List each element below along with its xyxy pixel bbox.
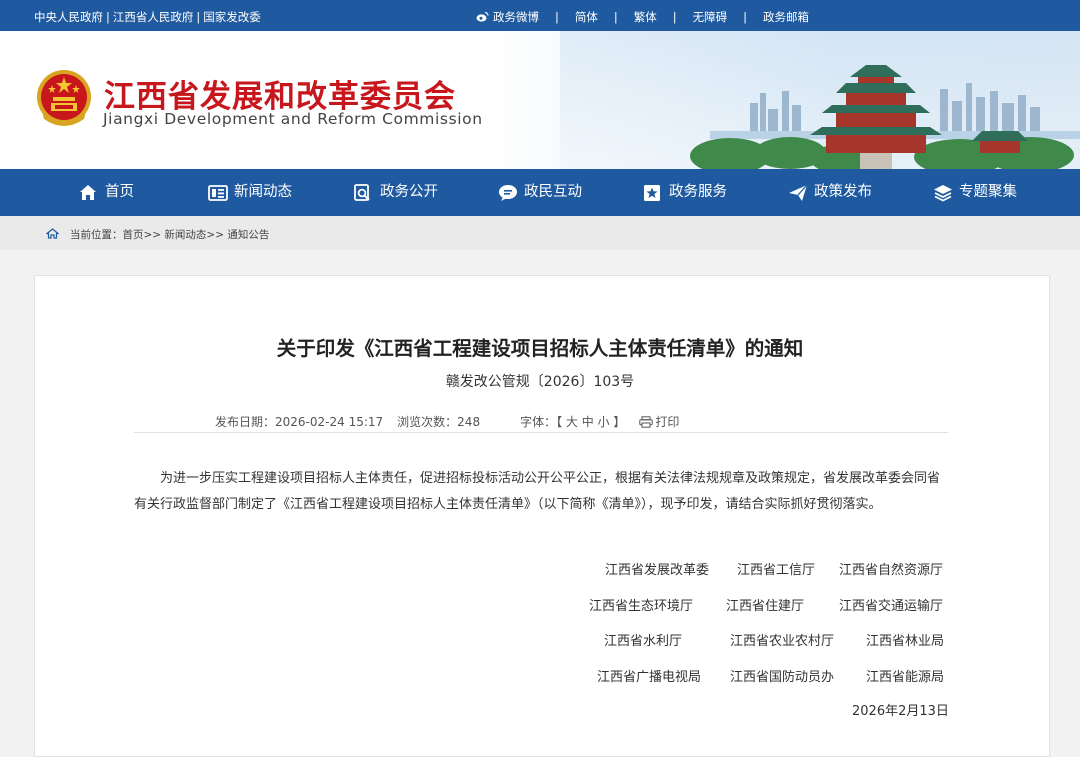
top-links: 中央人民政府 | 江西省人民政府 | 国家发改委 (34, 10, 261, 24)
link-ndrc[interactable]: 国家发改委 (203, 10, 261, 24)
chat-icon (499, 185, 517, 201)
article-title: 关于印发《江西省工程建设项目招标人主体责任清单》的通知 (276, 337, 804, 360)
article-meta: 发布日期：2026-02-24 15:17 浏览次数：248 字体：【 大 中 小 … (215, 415, 680, 429)
link-jiangxi-government[interactable]: 江西省人民政府 (113, 10, 194, 24)
signatory-org: 江西省能源局 (866, 670, 945, 685)
signatory-org: 江西省发展改革委 (605, 563, 710, 578)
site-header: 江西省发展和改革委员会 Jiangxi Development and Refo… (0, 31, 1080, 169)
signatory-org: 江西省交通运输厅 (839, 599, 944, 614)
home-icon (46, 228, 59, 239)
signatory-org: 江西省住建厅 (726, 599, 805, 614)
meta-divider (134, 432, 948, 433)
signatory-org: 江西省生态环境厅 (589, 599, 694, 614)
home-icon (80, 185, 96, 200)
article-body: 为进一步压实工程建设项目招标人主体责任，促进招标投标活动公开公平公正，根据有关法… (134, 471, 941, 512)
signatory-org: 江西省水利厅 (604, 634, 683, 649)
weibo-icon (476, 11, 489, 22)
signatory-org: 江西省工信厅 (737, 563, 816, 578)
link-accessibility[interactable]: 无障碍 (693, 9, 728, 25)
link-simplified[interactable]: 简体 (575, 9, 598, 25)
send-icon (789, 184, 808, 201)
layers-icon (934, 185, 952, 202)
issue-date: 2026年2月13日 (852, 704, 949, 719)
printer-icon (639, 416, 654, 428)
tengwang-pavilion-banner-image (560, 31, 1080, 169)
signatory-org: 江西省自然资源厅 (839, 563, 944, 578)
signatory-org: 江西省国防动员办 (730, 670, 835, 685)
font-size-selector[interactable]: 【 大 中 小 】 (556, 415, 625, 429)
breadcrumb: 当前位置：首页>> 新闻动态>> 通知公告 (0, 216, 1080, 250)
top-bar: 中央人民政府 | 江西省人民政府 | 国家发改委 政务微博 | 简体 | 繁体 | 无障碍 | 政务邮箱 (0, 0, 1080, 31)
signatory-org: 江西省林业局 (866, 634, 945, 649)
signatory-org: 江西省农业农村厅 (730, 634, 835, 649)
star-icon (644, 185, 660, 201)
link-gov-mail[interactable]: 政务邮箱 (763, 9, 809, 25)
main-nav: 首页 新闻动态 政务公开 政民互动 政务服务 政策发布 专题聚集 (0, 169, 1080, 216)
site-name-en: Jiangxi Development and Reform Commissio… (103, 110, 483, 128)
news-icon (208, 185, 228, 201)
document-number: 赣发改公管规〔2026〕103号 (445, 374, 635, 390)
print-button[interactable]: 打印 (639, 415, 679, 429)
link-traditional[interactable]: 繁体 (634, 9, 657, 25)
link-weibo[interactable]: 政务微博 (476, 9, 539, 25)
link-central-government[interactable]: 中央人民政府 (34, 10, 103, 24)
national-emblem-icon[interactable] (34, 67, 94, 131)
top-tools: 政务微博 | 简体 | 繁体 | 无障碍 | 政务邮箱 (476, 9, 809, 25)
publish-date: 2026-02-24 15:17 (275, 415, 384, 429)
search-doc-icon (354, 184, 370, 201)
signatory-org: 江西省广播电视局 (597, 670, 702, 685)
view-count: 248 (457, 415, 481, 429)
breadcrumb-text[interactable]: 当前位置：首页>> 新闻动态>> 通知公告 (70, 227, 269, 242)
